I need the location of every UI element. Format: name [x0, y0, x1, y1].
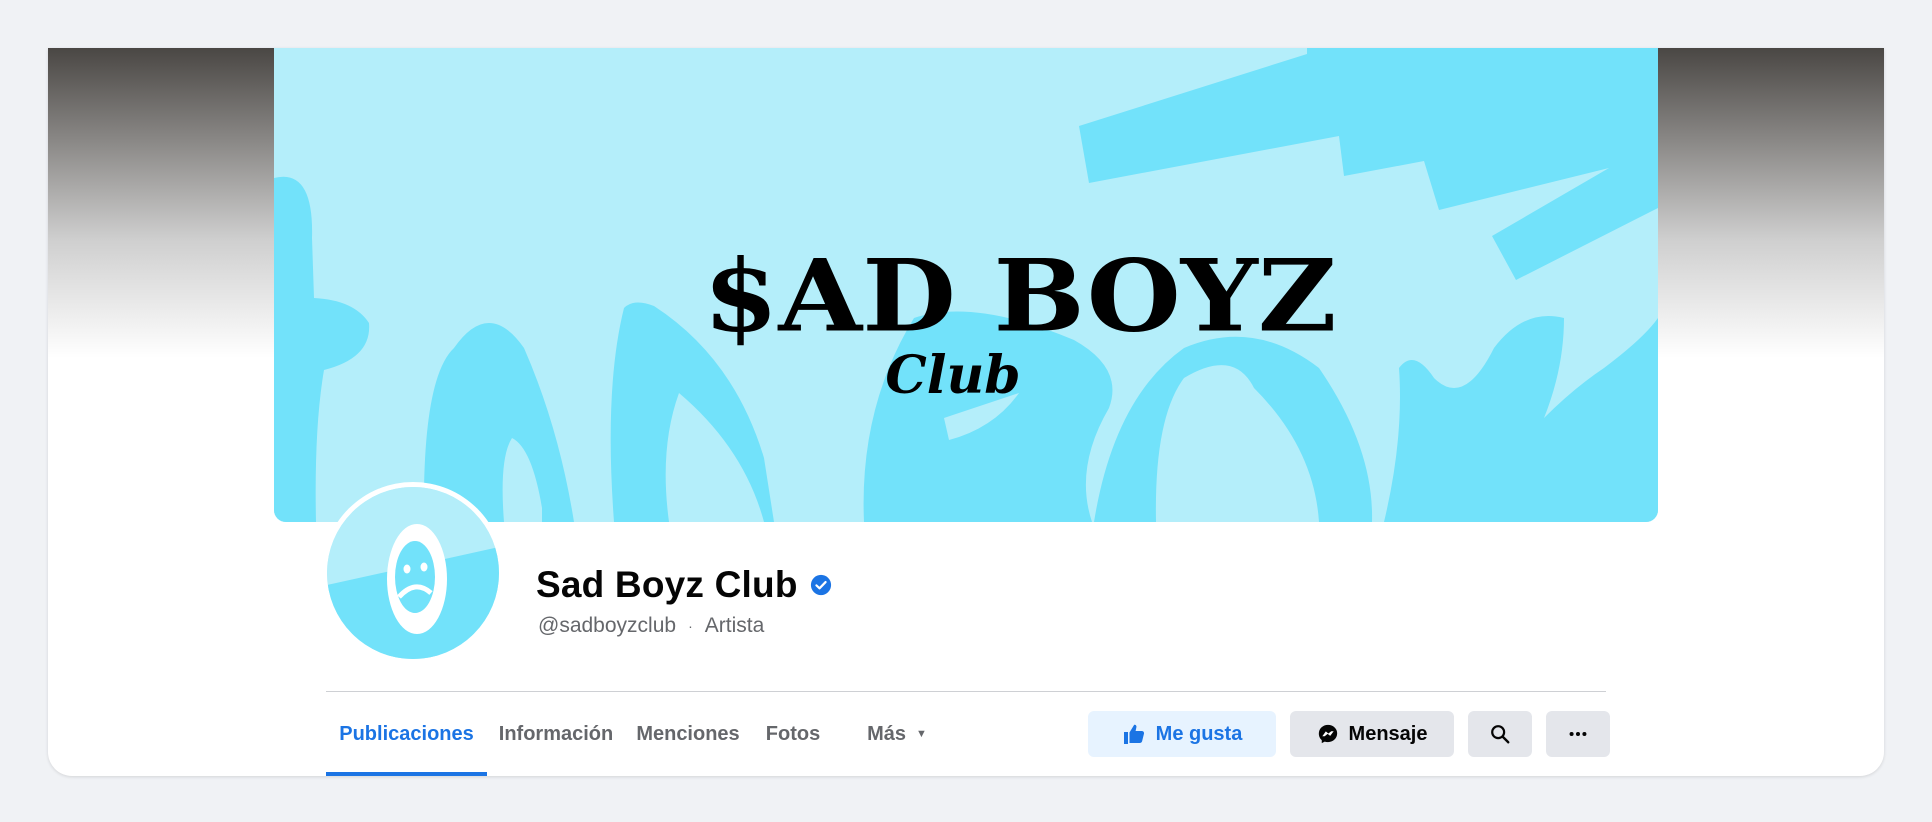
like-button-label: Me gusta: [1155, 722, 1243, 745]
svg-text:$AD BOYZ: $AD BOYZ: [703, 239, 1336, 355]
more-horizontal-icon: [1567, 723, 1589, 745]
separator-dot: ·: [688, 618, 693, 634]
tab-fotos[interactable]: Fotos: [751, 692, 835, 776]
thumbs-up-icon: [1122, 722, 1146, 746]
like-button[interactable]: Me gusta: [1088, 711, 1276, 757]
search-button[interactable]: [1468, 711, 1532, 757]
page-name-row: Sad Boyz Club: [536, 564, 832, 606]
message-button-label: Mensaje: [1348, 722, 1428, 745]
sad-face-logo-icon: [327, 487, 499, 659]
tab-menciones[interactable]: Menciones: [625, 692, 751, 776]
verified-badge-icon: [810, 574, 832, 596]
tab-publicaciones[interactable]: Publicaciones: [326, 692, 487, 776]
page-category: Artista: [704, 614, 765, 637]
svg-text:Club: Club: [885, 345, 1020, 406]
search-icon: [1489, 723, 1511, 745]
tab-informacion[interactable]: Información: [487, 692, 625, 776]
tab-label: Publicaciones: [339, 722, 474, 745]
page-header-card: $AD BOYZ Club Sad Boyz Club @sadboyzclub…: [48, 48, 1884, 776]
tab-label: Fotos: [765, 722, 821, 745]
tab-label: Información: [498, 722, 614, 745]
page-title: Sad Boyz Club: [536, 564, 798, 605]
cover-photo[interactable]: $AD BOYZ Club: [274, 48, 1658, 522]
tab-mas[interactable]: Más ▼: [835, 692, 945, 776]
tab-label: Menciones: [636, 722, 740, 745]
page-handle: @sadboyzclub: [538, 614, 677, 637]
profile-picture[interactable]: [322, 482, 504, 664]
page-subtitle: @sadboyzclub · Artista: [538, 614, 764, 638]
message-button[interactable]: Mensaje: [1290, 711, 1454, 757]
more-options-button[interactable]: [1546, 711, 1610, 757]
profile-tabs: Publicaciones Información Menciones Foto…: [326, 692, 945, 776]
tab-label: Más: [867, 722, 906, 745]
caret-down-icon: ▼: [916, 728, 927, 740]
messenger-icon: [1317, 723, 1339, 745]
